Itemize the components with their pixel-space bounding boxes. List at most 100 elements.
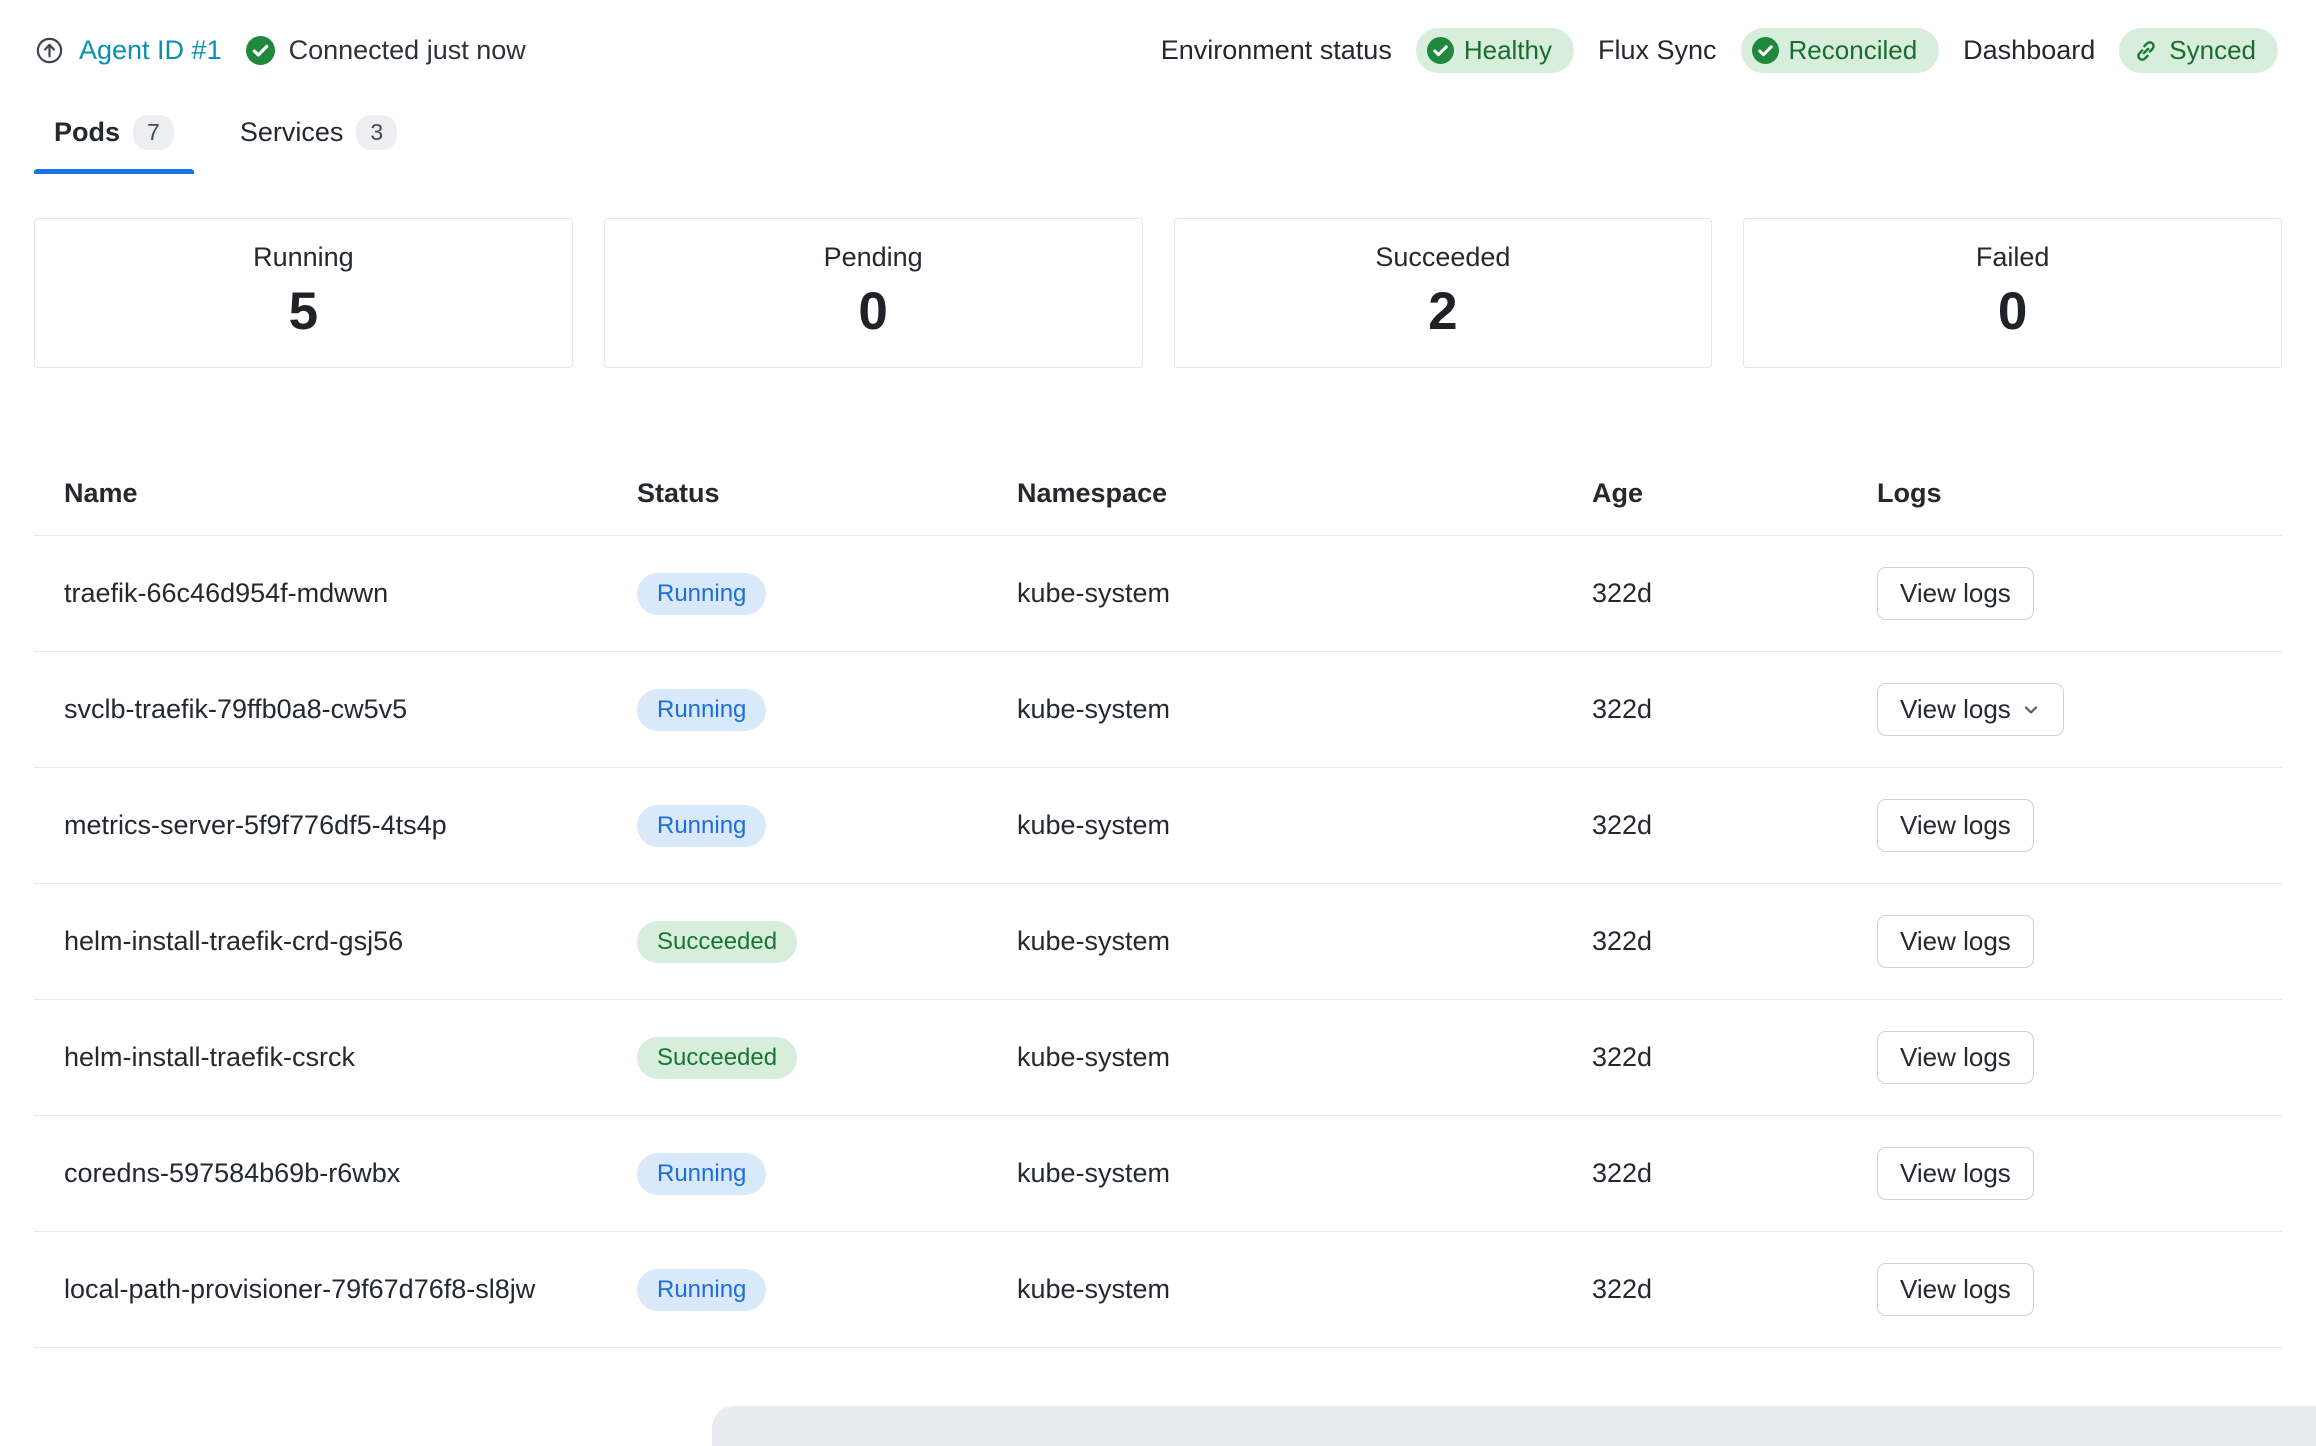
reconciled-badge: Reconciled [1741, 28, 1940, 73]
view-logs-label: View logs [1900, 694, 2011, 725]
column-header-status: Status [607, 478, 987, 509]
table-row: helm-install-traefik-csrck Succeeded kub… [34, 1000, 2282, 1116]
pod-age: 322d [1562, 1274, 1847, 1305]
pod-status-cell: Running [607, 689, 987, 731]
stat-card-running: Running 5 [34, 218, 573, 368]
pod-logs-cell: View logs [1847, 1263, 2282, 1316]
column-header-logs: Logs [1847, 478, 2282, 509]
stat-value: 0 [605, 281, 1142, 342]
pod-age: 322d [1562, 810, 1847, 841]
status-badge: Running [637, 689, 766, 731]
pods-table-body: traefik-66c46d954f-mdwwn Running kube-sy… [34, 536, 2282, 1348]
environment-status-label: Environment status [1161, 35, 1392, 66]
pod-status-cell: Running [607, 1269, 987, 1311]
view-logs-button[interactable]: View logs [1877, 1147, 2034, 1200]
column-header-name: Name [34, 478, 607, 509]
pod-namespace: kube-system [987, 1042, 1562, 1073]
view-logs-button[interactable]: View logs [1877, 915, 2034, 968]
pod-age: 322d [1562, 694, 1847, 725]
pod-logs-cell: View logs [1847, 915, 2282, 968]
tab-services[interactable]: Services 3 [220, 109, 417, 174]
pod-name: traefik-66c46d954f-mdwwn [34, 575, 607, 613]
pods-table-header: Name Status Namespace Age Logs [34, 452, 2282, 536]
stat-card-succeeded: Succeeded 2 [1174, 218, 1713, 368]
tab-pods-label: Pods [54, 117, 120, 148]
table-row: metrics-server-5f9f776df5-4ts4p Running … [34, 768, 2282, 884]
table-row: traefik-66c46d954f-mdwwn Running kube-sy… [34, 536, 2282, 652]
tab-services-label: Services [240, 117, 344, 148]
pod-status-cell: Succeeded [607, 1037, 987, 1079]
tab-services-count-badge: 3 [356, 115, 397, 150]
stat-label: Pending [605, 242, 1142, 273]
pod-logs-cell: View logs [1847, 567, 2282, 620]
stat-label: Running [35, 242, 572, 273]
pod-namespace: kube-system [987, 1158, 1562, 1189]
pod-name: svclb-traefik-79ffb0a8-cw5v5 [34, 691, 607, 729]
connected-check-icon [246, 36, 275, 65]
pod-logs-cell: View logs [1847, 1031, 2282, 1084]
topbar: Agent ID #1 Connected just now Environme… [0, 0, 2316, 73]
flux-sync-label: Flux Sync [1598, 35, 1717, 66]
status-badge: Running [637, 573, 766, 615]
pod-age: 322d [1562, 578, 1847, 609]
healthy-badge-label: Healthy [1464, 35, 1552, 66]
pods-table: Name Status Namespace Age Logs traefik-6… [34, 452, 2282, 1348]
pod-namespace: kube-system [987, 1274, 1562, 1305]
agent-id-link[interactable]: Agent ID #1 [79, 35, 222, 66]
stat-card-pending: Pending 0 [604, 218, 1143, 368]
agent-icon [34, 35, 65, 66]
tab-pods[interactable]: Pods 7 [34, 109, 194, 174]
table-row: coredns-597584b69b-r6wbx Running kube-sy… [34, 1116, 2282, 1232]
column-header-age: Age [1562, 478, 1847, 509]
reconciled-check-icon [1752, 37, 1779, 64]
pod-logs-cell: View logs [1847, 799, 2282, 852]
status-badge: Succeeded [637, 921, 797, 963]
stat-label: Succeeded [1175, 242, 1712, 273]
chevron-down-icon [2021, 700, 2041, 720]
dashboard-label: Dashboard [1963, 35, 2095, 66]
healthy-badge: Healthy [1416, 28, 1574, 73]
view-logs-button[interactable]: View logs [1877, 799, 2034, 852]
environment-badges-group: Environment status Healthy Flux Sync Rec… [1161, 28, 2278, 73]
status-badge: Running [637, 805, 766, 847]
view-logs-button[interactable]: View logs [1877, 1031, 2034, 1084]
view-logs-label: View logs [1900, 578, 2011, 609]
pod-name: coredns-597584b69b-r6wbx [34, 1155, 607, 1193]
pod-age: 322d [1562, 1158, 1847, 1189]
stat-value: 5 [35, 281, 572, 342]
pod-name: metrics-server-5f9f776df5-4ts4p [34, 807, 607, 845]
table-row: local-path-provisioner-79f67d76f8-sl8jw … [34, 1232, 2282, 1348]
pod-logs-cell: View logs [1847, 683, 2282, 736]
view-logs-button[interactable]: View logs [1877, 683, 2064, 736]
view-logs-button[interactable]: View logs [1877, 1263, 2034, 1316]
reconciled-badge-label: Reconciled [1789, 35, 1918, 66]
connected-status-text: Connected just now [289, 35, 526, 66]
healthy-check-icon [1427, 37, 1454, 64]
pod-namespace: kube-system [987, 578, 1562, 609]
view-logs-label: View logs [1900, 1274, 2011, 1305]
table-row: helm-install-traefik-crd-gsj56 Succeeded… [34, 884, 2282, 1000]
pod-status-cell: Running [607, 1153, 987, 1195]
pod-namespace: kube-system [987, 694, 1562, 725]
pod-name: helm-install-traefik-csrck [34, 1039, 607, 1077]
pod-age: 322d [1562, 1042, 1847, 1073]
pod-status-cell: Succeeded [607, 921, 987, 963]
pod-name: helm-install-traefik-crd-gsj56 [34, 923, 607, 961]
stat-label: Failed [1744, 242, 2281, 273]
stat-value: 0 [1744, 281, 2281, 342]
pod-name: local-path-provisioner-79f67d76f8-sl8jw [34, 1271, 607, 1309]
pod-stats-cards: Running 5 Pending 0 Succeeded 2 Failed 0 [0, 218, 2316, 368]
synced-badge-label: Synced [2169, 35, 2256, 66]
sync-link-icon [2133, 38, 2159, 64]
tab-pods-count-badge: 7 [133, 115, 174, 150]
table-row: svclb-traefik-79ffb0a8-cw5v5 Running kub… [34, 652, 2282, 768]
stat-value: 2 [1175, 281, 1712, 342]
view-logs-button[interactable]: View logs [1877, 567, 2034, 620]
pod-age: 322d [1562, 926, 1847, 957]
view-logs-label: View logs [1900, 1158, 2011, 1189]
view-logs-label: View logs [1900, 1042, 2011, 1073]
column-header-namespace: Namespace [987, 478, 1562, 509]
pod-namespace: kube-system [987, 926, 1562, 957]
tab-bar: Pods 7 Services 3 [0, 109, 2316, 174]
bottom-panel [712, 1406, 2316, 1446]
